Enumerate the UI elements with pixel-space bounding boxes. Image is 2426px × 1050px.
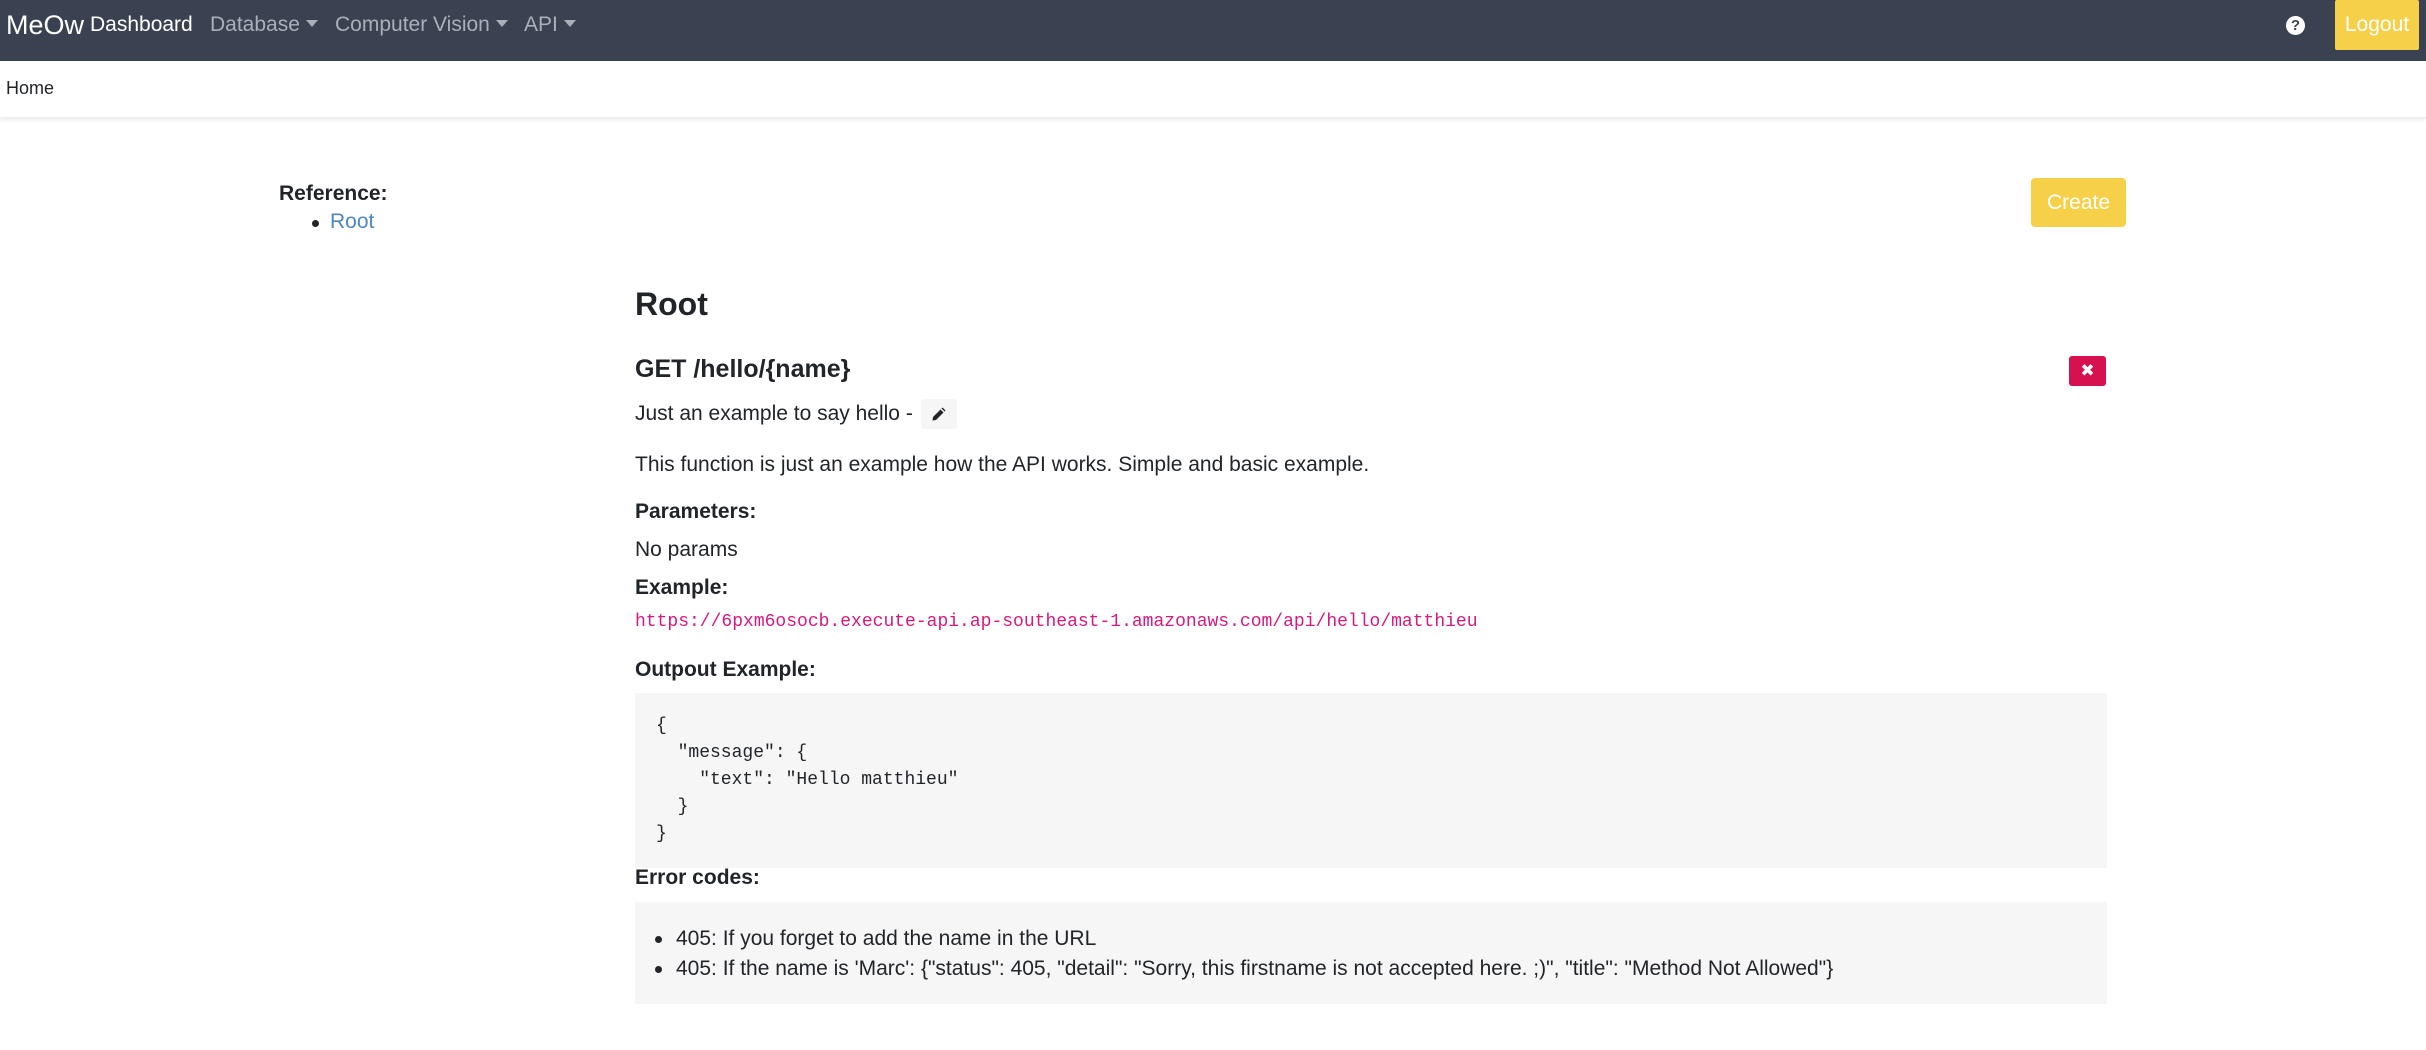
section-title: Root <box>635 286 708 322</box>
error-codes-list: 405: If you forget to add the name in th… <box>655 924 2107 984</box>
nav-computer-vision-dropdown[interactable]: Computer Vision <box>335 13 508 37</box>
endpoint-description: This function is just an example how the… <box>635 453 1370 476</box>
edit-button[interactable] <box>920 399 957 429</box>
breadcrumb-home[interactable]: Home <box>6 78 54 99</box>
pencil-icon <box>932 407 946 421</box>
nav-computer-vision-label: Computer Vision <box>335 13 490 36</box>
error-codes-block: 405: If you forget to add the name in th… <box>635 902 2107 1004</box>
caret-down-icon <box>495 20 508 27</box>
parameters-label: Parameters: <box>635 500 757 523</box>
nav-api-label: API <box>524 13 558 36</box>
output-example-label: Outpout Example: <box>635 658 816 681</box>
parameters-value: No params <box>635 538 738 561</box>
create-button[interactable]: Create <box>2031 178 2126 227</box>
caret-down-icon <box>563 20 576 27</box>
output-code: { "message": { "text": "Hello matthieu" … <box>656 716 959 844</box>
list-item: 405: If the name is 'Marc': {"status": 4… <box>655 954 2107 984</box>
example-label: Example: <box>635 576 729 599</box>
reference-title: Reference: <box>279 182 388 205</box>
nav-database-dropdown[interactable]: Database <box>210 13 318 37</box>
nav-database-label: Database <box>210 13 300 36</box>
example-url: https://6pxm6osocb.execute-api.ap-southe… <box>635 612 1478 632</box>
reference-list: Root <box>312 210 374 234</box>
nav-api-dropdown[interactable]: API <box>524 13 576 37</box>
endpoint-title: GET /hello/{name} <box>635 355 851 383</box>
list-item: 405: If you forget to add the name in th… <box>655 924 2107 954</box>
breadcrumb-bar: Home <box>0 61 2426 118</box>
close-icon: ✖ <box>2080 361 2095 380</box>
question-circle-icon[interactable]: ? <box>2286 16 2305 35</box>
reference-link-root[interactable]: Root <box>312 210 374 234</box>
delete-button[interactable]: ✖ <box>2069 356 2106 386</box>
brand-logo[interactable]: MeOw <box>6 10 84 41</box>
endpoint-summary-text: Just an example to say hello - <box>635 402 913 425</box>
logout-button[interactable]: Logout <box>2335 0 2419 50</box>
endpoint-summary: Just an example to say hello - <box>635 399 957 429</box>
caret-down-icon <box>305 20 318 27</box>
nav-dashboard[interactable]: Dashboard <box>90 13 193 37</box>
error-codes-label: Error codes: <box>635 866 760 889</box>
output-code-block: { "message": { "text": "Hello matthieu" … <box>635 693 2107 868</box>
top-navbar: MeOw Dashboard Database Computer Vision … <box>0 0 2426 61</box>
